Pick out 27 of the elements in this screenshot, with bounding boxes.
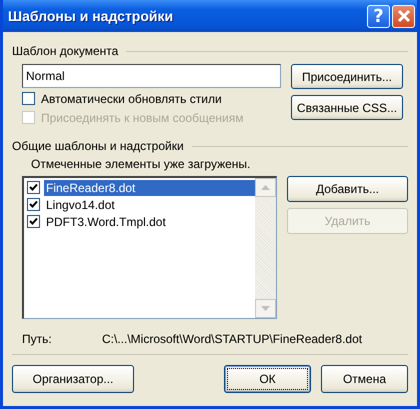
close-button[interactable] [392, 4, 415, 28]
section-heading: Шаблон документа [12, 44, 118, 58]
template-field[interactable]: Normal [22, 64, 281, 88]
window-title: Шаблоны и надстройки [8, 8, 174, 24]
list-item[interactable]: FineReader8.dot [44, 180, 255, 196]
checkbox[interactable] [27, 181, 40, 194]
checkbox[interactable] [27, 215, 40, 228]
organizer-button[interactable]: Организатор... [12, 365, 134, 393]
list-item[interactable]: PDFT3.Word.Tmpl.dot [44, 214, 255, 230]
down-arrow-icon [261, 306, 270, 311]
section-heading: Общие шаблоны и надстройки [12, 139, 184, 153]
linked-css-button[interactable]: Связанные CSS... [291, 95, 403, 120]
attach-button[interactable]: Присоединить... [291, 64, 403, 89]
checkbox[interactable] [27, 198, 40, 211]
help-button[interactable]: ? [367, 4, 390, 28]
path-value: C:\...\Microsoft\Word\STARTUP\FineReader8.dot [102, 332, 362, 346]
ok-button[interactable]: ОК [224, 365, 311, 393]
add-button[interactable]: Добавить... [287, 176, 408, 202]
path-label: Путь: [22, 332, 53, 346]
close-icon [396, 9, 410, 23]
cancel-button[interactable]: Отмена [321, 365, 408, 393]
checkbox-label: Присоединять к новым сообщениям [41, 110, 244, 124]
checkbox[interactable] [22, 92, 35, 105]
up-arrow-icon [261, 185, 270, 190]
checkbox-label: Автоматически обновлять стили [41, 92, 222, 106]
note-text: Отмеченные элементы уже загружены. [31, 157, 252, 172]
list-item[interactable]: Lingvo14.dot [44, 196, 255, 212]
